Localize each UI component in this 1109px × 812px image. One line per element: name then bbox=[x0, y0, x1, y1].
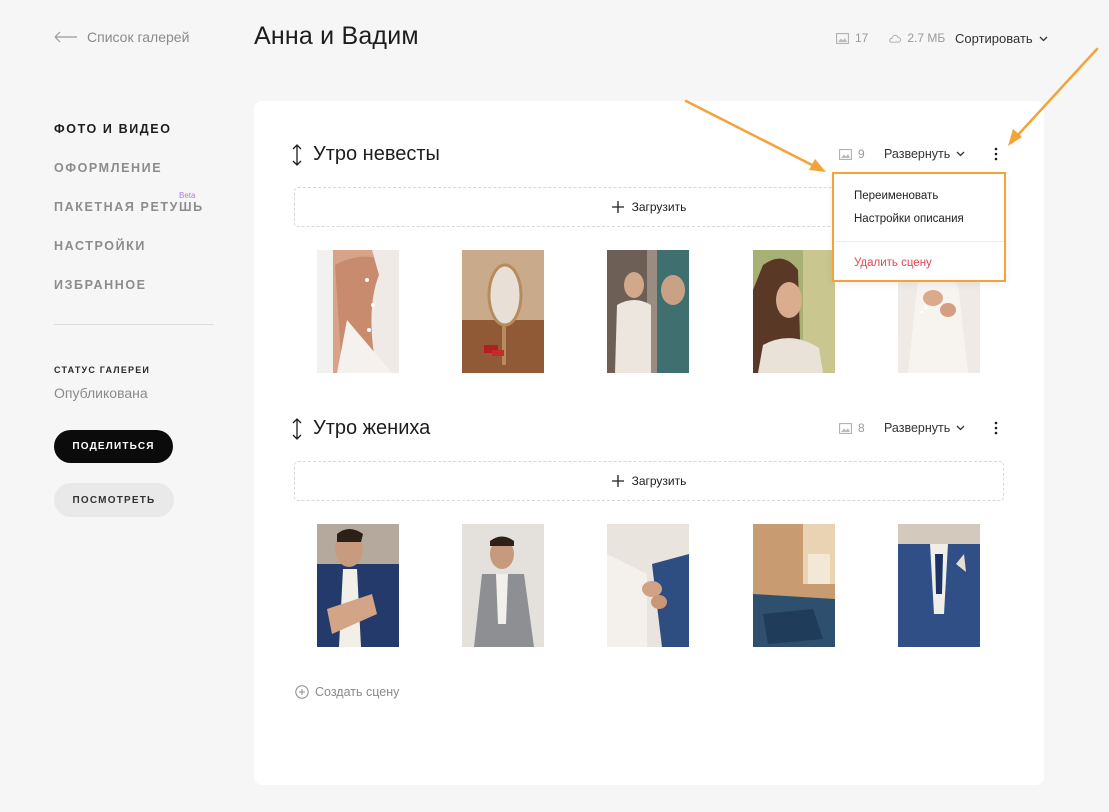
create-scene-label: Создать сцену bbox=[315, 685, 400, 699]
photo-thumbnail[interactable] bbox=[317, 524, 399, 647]
sidebar-item-photo-video[interactable]: ФОТО И ВИДЕО bbox=[54, 122, 172, 136]
sort-label: Сортировать bbox=[955, 31, 1033, 46]
plus-icon bbox=[611, 475, 624, 487]
gallery-status-value: Опубликована bbox=[54, 385, 148, 401]
expand-label: Развернуть bbox=[884, 421, 951, 435]
photo-thumbnail[interactable] bbox=[753, 524, 835, 647]
sidebar-item-batch-retouch[interactable]: ПАКЕТНАЯ РЕТУШЬ bbox=[54, 200, 204, 214]
photo-thumbnail[interactable] bbox=[753, 250, 835, 373]
image-icon bbox=[839, 422, 852, 434]
gallery-stats: 17 2.7 МБ bbox=[836, 31, 945, 45]
image-icon bbox=[836, 32, 849, 44]
photo-thumbnail[interactable] bbox=[607, 250, 689, 373]
image-icon bbox=[839, 148, 852, 160]
scene-count-value: 9 bbox=[858, 147, 865, 161]
arrow-left-icon bbox=[54, 31, 77, 43]
photo-thumbnail[interactable] bbox=[317, 250, 399, 373]
scene-title: Утро невесты bbox=[313, 143, 440, 165]
sidebar-divider bbox=[54, 324, 214, 325]
storage-size: 2.7 МБ bbox=[907, 31, 946, 45]
plus-circle-icon bbox=[295, 685, 309, 699]
description-settings-menu-item[interactable]: Настройки описания bbox=[854, 213, 964, 225]
scene-count-value: 8 bbox=[858, 421, 865, 435]
share-button[interactable]: ПОДЕЛИТЬСЯ bbox=[54, 430, 173, 463]
photo-thumbnail[interactable] bbox=[462, 250, 544, 373]
beta-badge: Beta bbox=[179, 191, 196, 200]
back-to-galleries-link[interactable]: Список галерей bbox=[54, 29, 189, 45]
scene-photo-count: 8 bbox=[839, 421, 865, 435]
expand-label: Развернуть bbox=[884, 147, 951, 161]
expand-button[interactable]: Развернуть bbox=[884, 421, 965, 435]
drag-handle-icon[interactable] bbox=[291, 418, 303, 440]
photo-thumbnail[interactable] bbox=[607, 524, 689, 647]
sidebar-item-settings[interactable]: НАСТРОЙКИ bbox=[54, 239, 146, 253]
scene-context-menu: Переименовать Настройки описания Удалить… bbox=[832, 172, 1006, 282]
chevron-down-icon bbox=[1039, 36, 1048, 41]
photo-count: 17 bbox=[855, 31, 869, 45]
menu-divider bbox=[834, 241, 1004, 242]
more-options-icon[interactable] bbox=[990, 420, 1002, 436]
sort-dropdown[interactable]: Сортировать bbox=[955, 31, 1048, 46]
back-link-label: Список галерей bbox=[87, 29, 190, 45]
plus-icon bbox=[611, 201, 624, 213]
delete-scene-menu-item[interactable]: Удалить сцену bbox=[854, 257, 932, 269]
sidebar-item-design[interactable]: ОФОРМЛЕНИЕ bbox=[54, 161, 162, 175]
photo-thumbnail[interactable] bbox=[462, 524, 544, 647]
scene-title: Утро жениха bbox=[313, 417, 431, 439]
drag-handle-icon[interactable] bbox=[291, 144, 303, 166]
page-title: Анна и Вадим bbox=[254, 22, 419, 50]
upload-label: Загрузить bbox=[631, 474, 687, 488]
rename-menu-item[interactable]: Переименовать bbox=[854, 190, 938, 202]
chevron-down-icon bbox=[956, 151, 965, 157]
more-options-icon[interactable] bbox=[990, 146, 1002, 162]
cloud-icon bbox=[889, 34, 902, 43]
photo-thumbnail[interactable] bbox=[898, 524, 980, 647]
view-button[interactable]: ПОСМОТРЕТЬ bbox=[54, 483, 174, 517]
gallery-status-label: СТАТУС ГАЛЕРЕИ bbox=[54, 365, 151, 375]
sidebar-item-favorites[interactable]: ИЗБРАННОЕ bbox=[54, 278, 147, 292]
chevron-down-icon bbox=[956, 425, 965, 431]
create-scene-button[interactable]: Создать сцену bbox=[295, 685, 399, 699]
upload-label: Загрузить bbox=[631, 200, 687, 214]
expand-button[interactable]: Развернуть bbox=[884, 147, 965, 161]
scene-photo-count: 9 bbox=[839, 147, 865, 161]
upload-dropzone[interactable]: Загрузить bbox=[294, 461, 1004, 501]
